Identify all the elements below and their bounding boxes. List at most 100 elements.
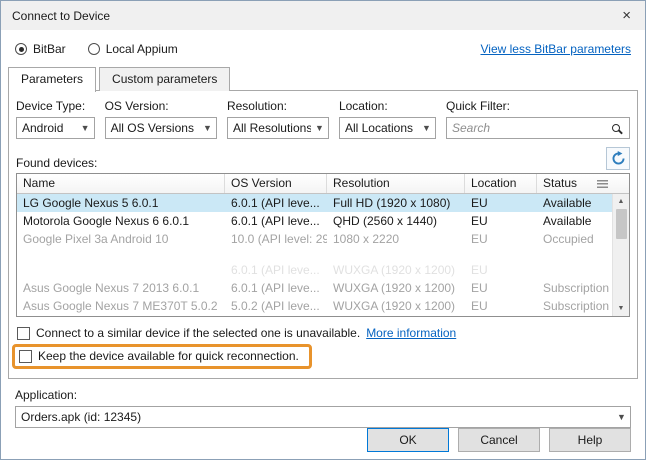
chevron-down-icon: ▼ bbox=[613, 412, 630, 422]
table-row[interactable]: LG Google Nexus 5 6.0.1 6.0.1 (API leve.… bbox=[17, 194, 612, 212]
cell-name: LG Google Nexus 5 6.0.1 bbox=[17, 194, 225, 212]
device-table-body: LG Google Nexus 5 6.0.1 6.0.1 (API leve.… bbox=[17, 194, 629, 316]
radio-local-appium[interactable]: Local Appium bbox=[88, 42, 178, 56]
view-less-parameters-link[interactable]: View less BitBar parameters bbox=[480, 42, 631, 56]
device-table: Name OS Version Resolution Location Stat… bbox=[16, 173, 630, 317]
found-devices-row: Found devices: bbox=[16, 147, 630, 170]
cell-os-version: 6.0.1 (API leve... bbox=[225, 194, 327, 212]
cell-location: EU bbox=[465, 212, 537, 230]
column-header-resolution[interactable]: Resolution bbox=[327, 174, 465, 193]
device-rows: LG Google Nexus 5 6.0.1 6.0.1 (API leve.… bbox=[17, 194, 612, 316]
cell-name: Asus Google Nexus 7 2013 6.0.1 bbox=[17, 279, 225, 297]
scrollbar-thumb[interactable] bbox=[616, 209, 627, 239]
cell-name: Motorola Google Nexus 6 6.0.1 bbox=[17, 212, 225, 230]
application-dropdown[interactable]: Orders.apk (id: 12345) ▼ bbox=[15, 406, 631, 428]
cell-status: Available bbox=[537, 212, 612, 230]
os-version-label: OS Version: bbox=[105, 99, 217, 113]
refresh-icon bbox=[611, 151, 626, 166]
application-value: Orders.apk (id: 12345) bbox=[16, 410, 613, 424]
cell-os-version: 5.0.2 (API leve... bbox=[225, 297, 327, 315]
cell-resolution: Full HD (1920 x 1080) bbox=[327, 194, 465, 212]
os-version-dropdown[interactable]: All OS Versions ▼ bbox=[105, 117, 217, 139]
quick-filter-label: Quick Filter: bbox=[446, 99, 630, 113]
cell-location: EU bbox=[465, 279, 537, 297]
ok-button[interactable]: OK bbox=[367, 428, 449, 452]
application-label: Application: bbox=[15, 388, 631, 402]
connect-to-device-dialog: Connect to Device × BitBar Local Appium … bbox=[0, 0, 646, 460]
cell-name: Google Pixel 3a Android 10 bbox=[17, 230, 225, 248]
dialog-title: Connect to Device bbox=[12, 9, 110, 23]
cell-location: EU bbox=[465, 230, 537, 248]
more-information-link[interactable]: More information bbox=[366, 326, 456, 340]
dialog-content: BitBar Local Appium View less BitBar par… bbox=[1, 30, 645, 460]
close-icon[interactable]: × bbox=[619, 8, 634, 23]
column-header-name[interactable]: Name bbox=[17, 174, 225, 193]
resolution-value: All Resolutions bbox=[228, 121, 311, 135]
resolution-filter: Resolution: All Resolutions ▼ bbox=[227, 99, 329, 139]
device-type-dropdown[interactable]: Android ▼ bbox=[16, 117, 95, 139]
cell-os-version: 6.0.1 (API leve... bbox=[225, 261, 327, 279]
column-header-status[interactable]: Status bbox=[537, 174, 629, 193]
table-row[interactable]: Google Pixel 3a Android 10 10.0 (API lev… bbox=[17, 230, 612, 248]
radio-circle-icon bbox=[88, 43, 100, 55]
cell-resolution: WUXGA (1920 x 1200) bbox=[327, 279, 465, 297]
tab-custom-parameters[interactable]: Custom parameters bbox=[99, 67, 230, 91]
help-button[interactable]: Help bbox=[549, 428, 631, 452]
tab-strip: Parameters Custom parameters bbox=[8, 67, 638, 91]
similar-device-row: Connect to a similar device if the selec… bbox=[17, 326, 630, 340]
cell-resolution: 1080 x 2220 bbox=[327, 230, 465, 248]
cell-os-version: 10.0 (API level: 29) bbox=[225, 230, 327, 248]
cell-os-version: 6.0.1 (API leve... bbox=[225, 279, 327, 297]
location-dropdown[interactable]: All Locations ▼ bbox=[339, 117, 436, 139]
chevron-down-icon: ▼ bbox=[418, 123, 435, 133]
column-header-os-version[interactable]: OS Version bbox=[225, 174, 327, 193]
scroll-down-icon[interactable]: ▼ bbox=[618, 301, 625, 316]
similar-device-checkbox[interactable] bbox=[17, 327, 30, 340]
table-row[interactable]: 6.0.1 (API leve... WUXGA (1920 x 1200) E… bbox=[17, 261, 612, 279]
parameters-tab-panel: Device Type: Android ▼ OS Version: All O… bbox=[8, 90, 638, 379]
location-filter: Location: All Locations ▼ bbox=[339, 99, 436, 139]
cell-status: Subscription only bbox=[537, 279, 612, 297]
cell-location: EU bbox=[465, 194, 537, 212]
resolution-dropdown[interactable]: All Resolutions ▼ bbox=[227, 117, 329, 139]
filters-row: Device Type: Android ▼ OS Version: All O… bbox=[16, 99, 630, 139]
device-type-filter: Device Type: Android ▼ bbox=[16, 99, 95, 139]
table-row[interactable]: Asus Google Nexus 7 2013 6.0.1 6.0.1 (AP… bbox=[17, 279, 612, 297]
radio-circle-icon bbox=[15, 43, 27, 55]
location-value: All Locations bbox=[340, 121, 418, 135]
cancel-button[interactable]: Cancel bbox=[458, 428, 540, 452]
column-header-location[interactable]: Location bbox=[465, 174, 537, 193]
table-row[interactable]: Motorola Google Nexus 6 6.0.1 6.0.1 (API… bbox=[17, 212, 612, 230]
scroll-up-icon[interactable]: ▲ bbox=[618, 194, 625, 209]
quick-reconnection-row: Keep the device available for quick reco… bbox=[12, 344, 630, 369]
vertical-scrollbar[interactable]: ▲ ▼ bbox=[612, 194, 629, 316]
radio-bitbar[interactable]: BitBar bbox=[15, 42, 66, 56]
title-bar: Connect to Device × bbox=[1, 1, 645, 30]
found-devices-label: Found devices: bbox=[16, 156, 97, 170]
search-input[interactable] bbox=[447, 121, 612, 135]
chevron-down-icon: ▼ bbox=[311, 123, 328, 133]
radio-bitbar-label: BitBar bbox=[33, 42, 66, 56]
device-table-header: Name OS Version Resolution Location Stat… bbox=[17, 174, 629, 194]
refresh-button[interactable] bbox=[606, 147, 630, 170]
sort-filter-icon[interactable] bbox=[597, 180, 608, 188]
device-type-value: Android bbox=[17, 121, 77, 135]
tab-parameters[interactable]: Parameters bbox=[8, 67, 96, 92]
quick-filter-box bbox=[446, 117, 630, 139]
search-icon[interactable] bbox=[612, 124, 620, 132]
quick-reconnection-checkbox[interactable] bbox=[19, 350, 32, 363]
cell-location: EU bbox=[465, 297, 537, 315]
cell-location: EU bbox=[465, 261, 537, 279]
button-row: OK Cancel Help bbox=[8, 428, 638, 460]
cell-status: Subscription only bbox=[537, 297, 612, 315]
resolution-label: Resolution: bbox=[227, 99, 329, 113]
quick-reconnection-label: Keep the device available for quick reco… bbox=[38, 349, 299, 363]
cell-status: Available bbox=[537, 194, 612, 212]
table-row[interactable]: Asus Google Nexus 7 ME370T 5.0.2 5.0.2 (… bbox=[17, 297, 612, 315]
cell-name: Asus Google Nexus 7 ME370T 5.0.2 bbox=[17, 297, 225, 315]
quick-filter: Quick Filter: bbox=[446, 99, 630, 139]
device-type-label: Device Type: bbox=[16, 99, 95, 113]
radio-local-appium-label: Local Appium bbox=[106, 42, 178, 56]
cell-os-version: 6.0.1 (API leve... bbox=[225, 212, 327, 230]
cell-resolution: WUXGA (1920 x 1200) bbox=[327, 297, 465, 315]
